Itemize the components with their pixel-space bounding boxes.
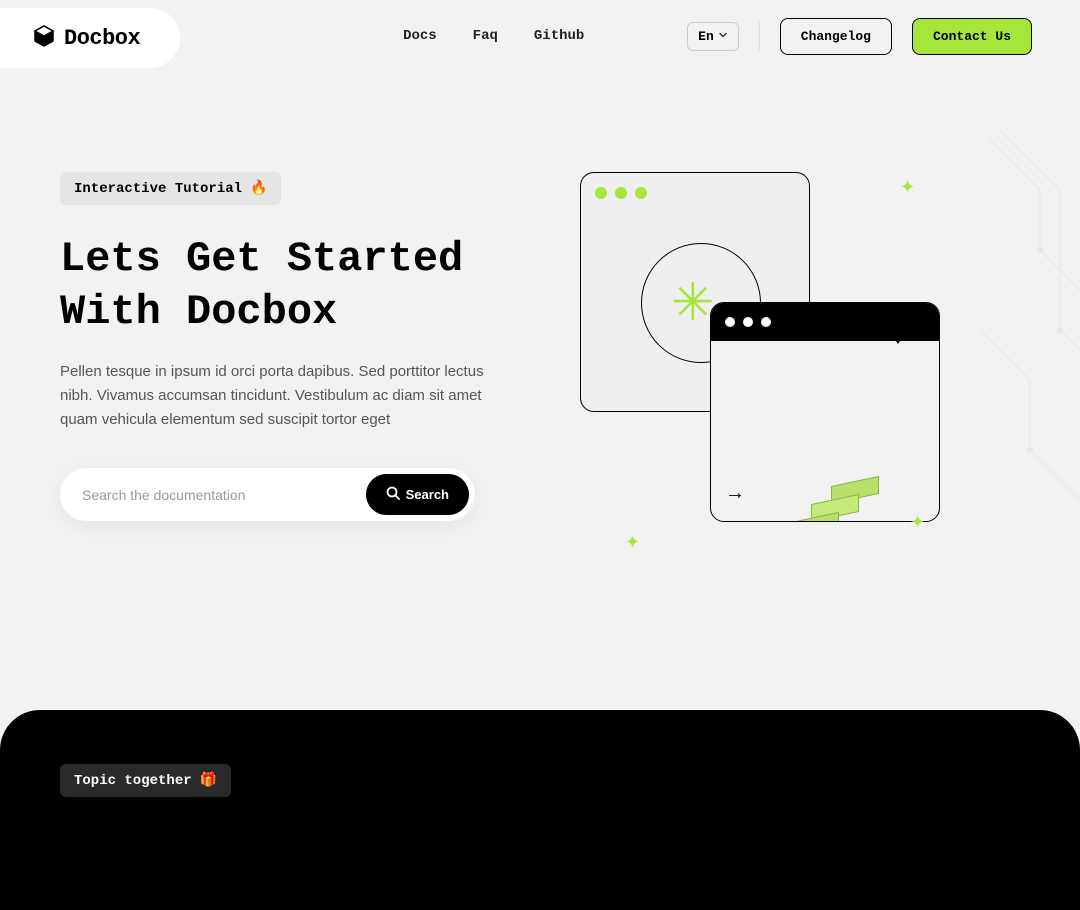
circuit-decoration: [980, 130, 1080, 530]
language-selector[interactable]: En: [687, 22, 739, 51]
nav: Docs Faq Github: [403, 28, 584, 44]
divider: [759, 22, 760, 50]
gift-icon: 🎁: [200, 772, 217, 789]
hero: Interactive Tutorial 🔥 Lets Get Started …: [0, 72, 1080, 632]
lang-label: En: [698, 29, 714, 44]
nav-faq[interactable]: Faq: [473, 28, 498, 44]
contact-button[interactable]: Contact Us: [912, 18, 1032, 55]
badge-text: Interactive Tutorial: [74, 181, 242, 197]
cube-icon: [32, 24, 56, 53]
search-button-label: Search: [406, 487, 449, 502]
nav-github[interactable]: Github: [534, 28, 584, 44]
hero-badge: Interactive Tutorial 🔥: [60, 172, 281, 205]
arrow-right-icon: →: [725, 482, 745, 505]
topic-badge: Topic together 🎁: [60, 764, 231, 797]
fire-icon: 🔥: [250, 180, 267, 197]
sparkle-icon: ✦: [910, 512, 925, 533]
arrow-down-icon: ↓: [892, 322, 904, 350]
chevron-down-icon: [718, 29, 728, 44]
logo-text: Docbox: [64, 26, 140, 51]
hero-illustration: ✳ ✦ ✦ ✦ ↓ →: [560, 172, 1020, 572]
changelog-button[interactable]: Changelog: [780, 18, 892, 55]
search-icon: [386, 486, 400, 503]
hero-title: Lets Get Started With Docbox: [60, 233, 520, 338]
sparkle-icon: ✦: [625, 532, 640, 553]
header: Docbox Docs Faq Github En Changelog Cont…: [0, 0, 1080, 72]
nav-docs[interactable]: Docs: [403, 28, 437, 44]
header-right: En Changelog Contact Us: [687, 18, 1032, 55]
sparkle-icon: ✦: [900, 177, 915, 198]
search-button[interactable]: Search: [366, 474, 469, 515]
hero-left: Interactive Tutorial 🔥 Lets Get Started …: [60, 172, 520, 572]
search-input[interactable]: [82, 487, 366, 503]
topic-badge-text: Topic together: [74, 773, 192, 789]
hero-description: Pellen tesque in ipsum id orci porta dap…: [60, 360, 520, 432]
logo[interactable]: Docbox: [0, 8, 180, 68]
search-box: Search: [60, 468, 475, 521]
star-icon: ✳: [671, 273, 715, 333]
dark-section: Topic together 🎁: [0, 710, 1080, 910]
